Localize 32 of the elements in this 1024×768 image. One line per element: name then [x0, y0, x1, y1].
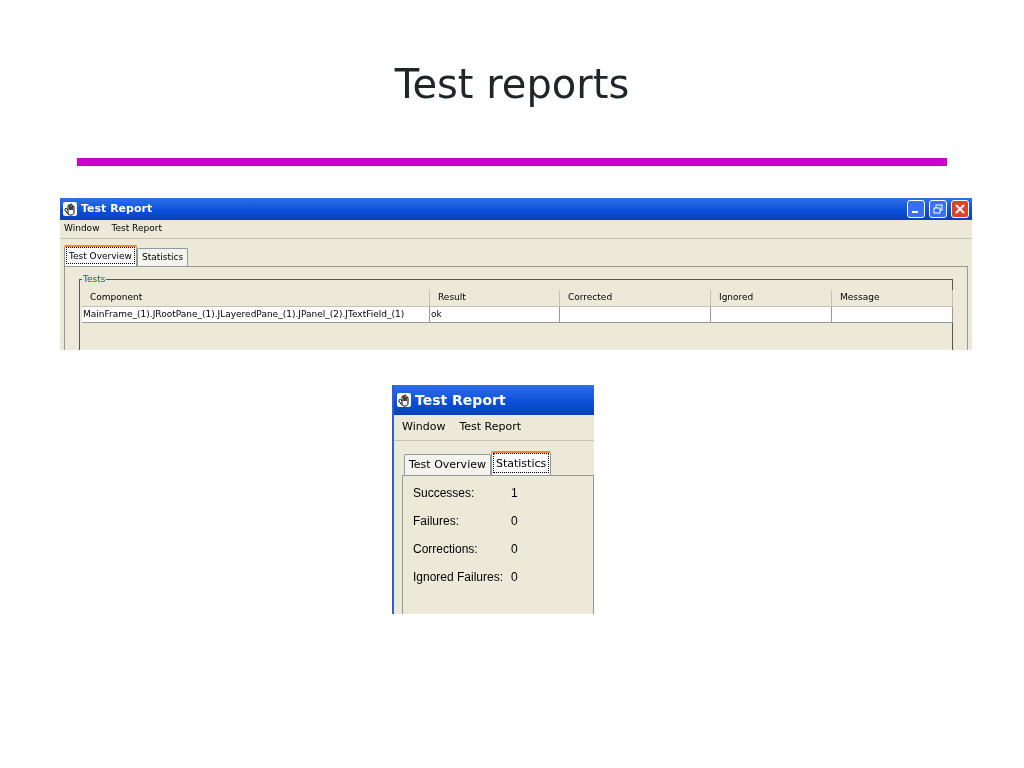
restore-button[interactable] [929, 200, 947, 218]
window-title: Test Report [415, 390, 506, 410]
column-header: Message [832, 290, 953, 307]
close-icon [955, 204, 965, 214]
column-header: Corrected [560, 290, 711, 307]
column-header: Component [82, 290, 430, 307]
stat-value: 0 [511, 513, 519, 530]
stat-label: Successes: [413, 485, 476, 502]
stat-value: 0 [511, 569, 519, 586]
menu-item[interactable]: Window [64, 222, 100, 236]
slide-title: Test reports [393, 60, 631, 109]
tab[interactable]: Test Overview [64, 244, 137, 266]
restore-icon [933, 204, 943, 214]
column-header: Ignored [711, 290, 832, 307]
hand-icon [63, 202, 77, 216]
tab[interactable]: Statistics [136, 247, 189, 266]
column-header: Result [430, 290, 560, 307]
stat-label: Ignored Failures: [413, 569, 505, 586]
menu-item[interactable]: Test Report [459, 419, 521, 436]
stat-value: 1 [511, 485, 519, 502]
window-title: Test Report [81, 200, 153, 217]
minimize-button[interactable] [907, 200, 925, 218]
close-button[interactable] [951, 200, 969, 218]
stat-label: Failures: [413, 513, 460, 530]
menu-item[interactable]: Window [402, 419, 446, 436]
tab[interactable]: Statistics [490, 450, 552, 475]
hand-icon [397, 393, 411, 407]
minimize-icon [912, 211, 918, 213]
stat-label: Corrections: [413, 541, 479, 558]
menu-item[interactable]: Test Report [111, 222, 162, 236]
tab[interactable]: Test Overview [404, 453, 491, 475]
stat-value: 0 [511, 541, 519, 558]
